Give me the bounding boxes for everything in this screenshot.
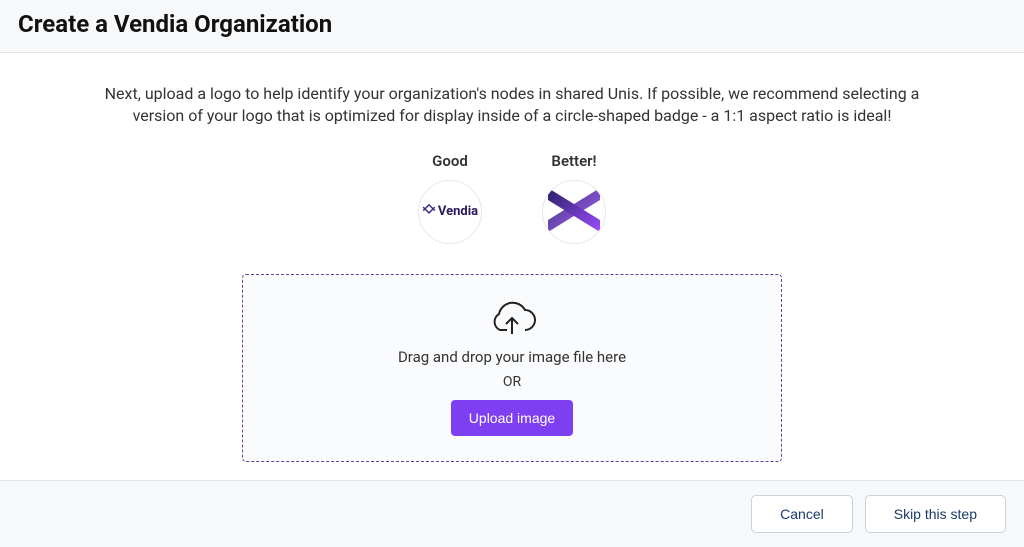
cloud-upload-icon	[487, 300, 537, 342]
main-content: Next, upload a logo to help identify you…	[0, 53, 1024, 480]
dropzone-or: OR	[503, 374, 521, 390]
vendia-glyph-icon	[422, 203, 436, 220]
example-better: Better!	[542, 152, 606, 244]
footer-actions: Cancel Skip this step	[0, 480, 1024, 547]
example-better-label: Better!	[551, 152, 596, 170]
logo-examples: Good Vendia Better!	[418, 152, 606, 244]
example-better-badge	[542, 180, 606, 244]
dropzone-text: Drag and drop your image file here	[398, 348, 626, 366]
vendia-mark-icon	[542, 180, 606, 244]
example-good-label: Good	[432, 152, 468, 170]
example-good: Good Vendia	[418, 152, 482, 244]
cancel-button[interactable]: Cancel	[751, 495, 853, 533]
skip-button[interactable]: Skip this step	[865, 495, 1006, 533]
instructions-text: Next, upload a logo to help identify you…	[102, 83, 922, 128]
page-header: Create a Vendia Organization	[0, 0, 1024, 53]
example-good-badge: Vendia	[418, 180, 482, 244]
example-good-badge-text: Vendia	[438, 204, 478, 219]
upload-dropzone[interactable]: Drag and drop your image file here OR Up…	[242, 274, 782, 462]
page-title: Create a Vendia Organization	[18, 10, 1006, 38]
upload-image-button[interactable]: Upload image	[451, 400, 573, 436]
